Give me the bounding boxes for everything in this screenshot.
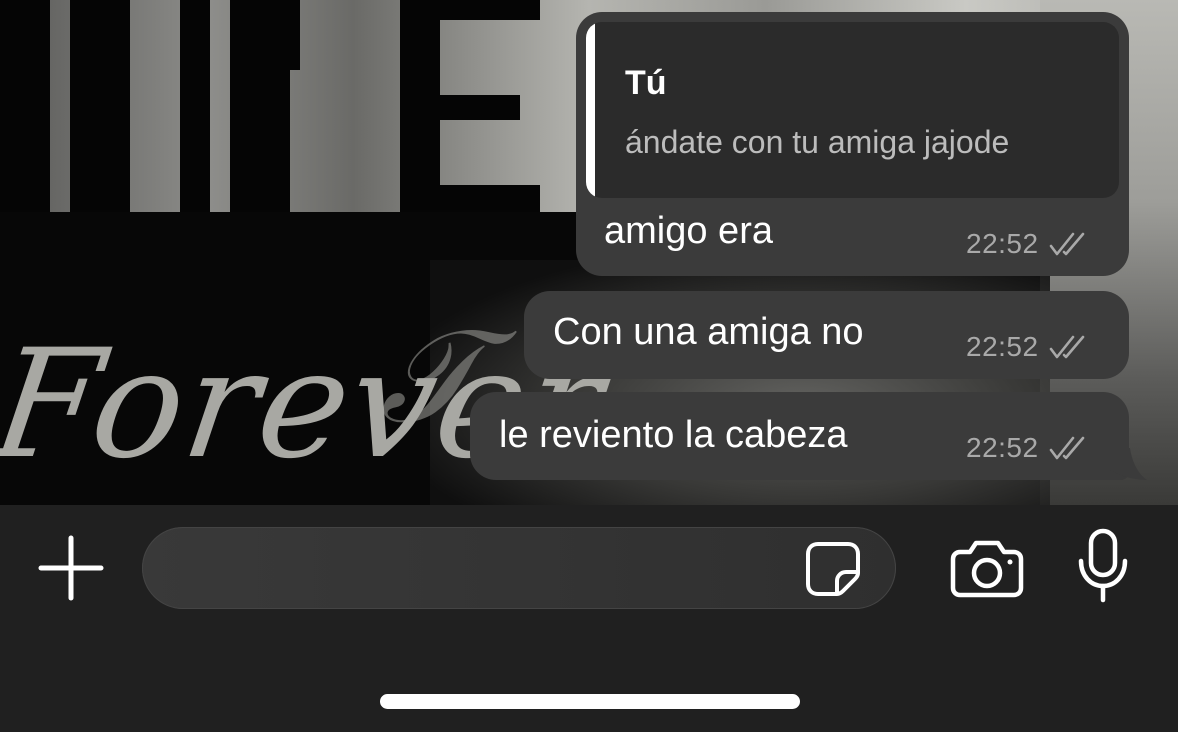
message-bubble[interactable]: Tú ándate con tu amiga jajode amigo era …: [576, 12, 1129, 276]
bubble-tail: [1110, 448, 1147, 480]
message-time: 22:52: [966, 331, 1039, 362]
reply-quote-author: Tú: [625, 64, 667, 102]
camera-icon[interactable]: [950, 538, 1024, 598]
wallpaper-letter-block: [440, 0, 540, 20]
message-text: Con una amiga no: [553, 311, 864, 353]
wallpaper-letter-block: [440, 185, 540, 212]
message-bubble[interactable]: le reviento la cabeza 22:52: [470, 392, 1129, 480]
reply-quote[interactable]: Tú ándate con tu amiga jajode: [586, 22, 1119, 198]
chat-screen: 𝒯 Forever Tú ándate con tu amiga jajode …: [0, 0, 1178, 732]
wallpaper-letter-block: [180, 0, 210, 212]
message-time: 22:52: [966, 228, 1039, 259]
microphone-icon[interactable]: [1076, 528, 1130, 604]
double-check-icon: [1049, 232, 1084, 256]
double-check-icon: [1049, 335, 1084, 359]
reply-quote-text: ándate con tu amiga jajode: [625, 124, 1010, 160]
reply-quote-bar: [586, 22, 595, 198]
plus-icon[interactable]: [38, 535, 104, 601]
message-meta: 22:52: [966, 228, 1087, 260]
message-input[interactable]: [172, 547, 796, 591]
wallpaper-letter-block: [400, 0, 440, 212]
home-indicator[interactable]: [380, 694, 800, 709]
message-time: 22:52: [966, 432, 1039, 463]
message-text: amigo era: [604, 210, 773, 252]
message-bubble[interactable]: Con una amiga no 22:52: [524, 291, 1129, 379]
message-meta: 22:52: [966, 331, 1087, 363]
wallpaper-letter-block: [0, 0, 50, 212]
message-input-container[interactable]: [142, 527, 896, 609]
message-text: le reviento la cabeza: [499, 414, 848, 456]
sticker-icon[interactable]: [804, 540, 862, 598]
message-meta: 22:52: [966, 432, 1087, 464]
wallpaper-letter-block: [440, 95, 520, 120]
wallpaper-letter-block: [230, 0, 290, 212]
double-check-icon: [1049, 436, 1084, 460]
wallpaper-letter-block: [70, 0, 130, 212]
